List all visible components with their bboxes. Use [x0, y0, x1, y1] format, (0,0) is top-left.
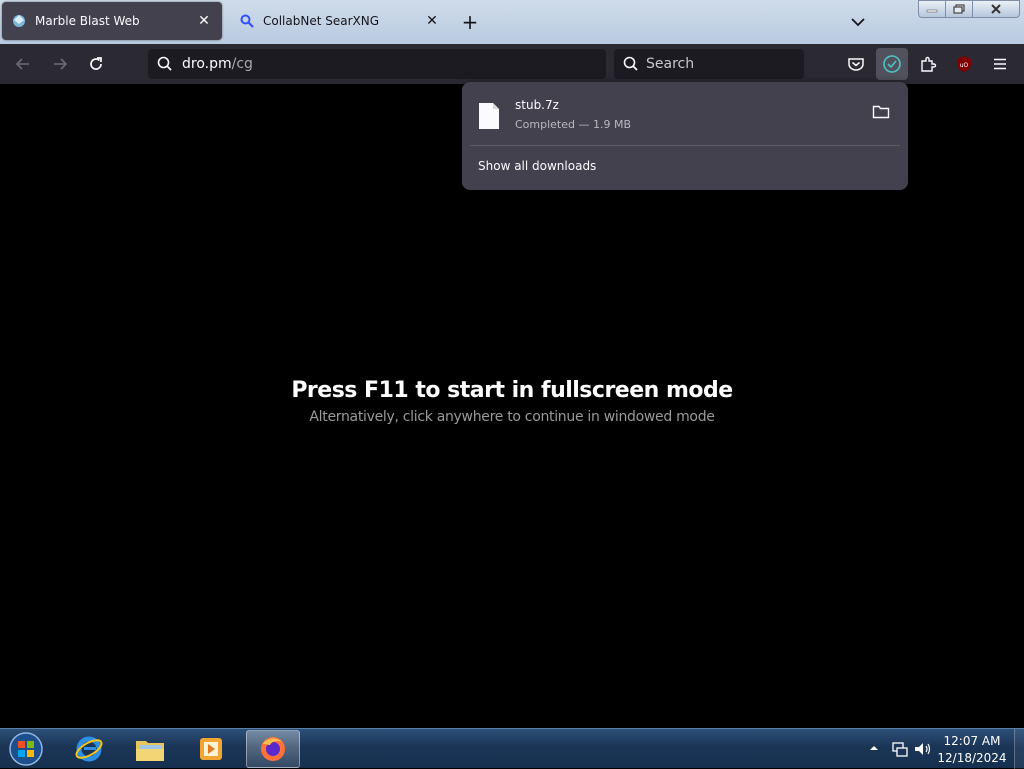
ublock-button[interactable]: uO — [952, 52, 976, 76]
taskbar-media-player[interactable] — [184, 730, 238, 768]
search-placeholder: Search — [646, 56, 695, 72]
tab-marble-blast[interactable]: Marble Blast Web ✕ — [2, 2, 222, 40]
restore-button[interactable] — [945, 0, 973, 18]
media-player-icon — [200, 738, 222, 760]
back-button[interactable] — [11, 52, 35, 76]
taskbar: 12:07 AM 12/18/2024 — [0, 728, 1024, 769]
file-explorer-icon — [136, 741, 164, 761]
pocket-icon — [848, 58, 864, 71]
download-status: Completed — 1.9 MB — [515, 118, 632, 131]
restore-icon — [953, 4, 965, 14]
svg-text:uO: uO — [960, 62, 969, 69]
folder-icon[interactable] — [872, 104, 890, 120]
downloads-panel: stub.7z Completed — 1.9 MB Show all down… — [462, 82, 908, 190]
hamburger-menu-icon — [994, 58, 1006, 70]
network-icon[interactable] — [892, 741, 908, 757]
tab-searxng[interactable]: CollabNet SearXNG ✕ — [230, 2, 450, 40]
close-icon — [991, 4, 1001, 14]
url-host: dro.pm — [182, 56, 232, 72]
panel-divider — [470, 145, 900, 146]
new-tab-button[interactable]: + — [460, 10, 480, 34]
address-bar[interactable]: dro.pm/cg — [148, 49, 606, 79]
tab-label: CollabNet SearXNG — [263, 14, 380, 28]
show-all-downloads-link[interactable]: Show all downloads — [478, 159, 596, 173]
taskbar-firefox[interactable] — [246, 730, 300, 768]
minimize-button[interactable] — [918, 0, 946, 18]
clock-date[interactable]: 12/18/2024 — [934, 751, 1010, 765]
magnifier-icon — [240, 14, 254, 28]
reload-button[interactable] — [84, 52, 108, 76]
page-title: Press F11 to start in fullscreen mode — [291, 378, 733, 403]
back-arrow-icon — [15, 58, 29, 70]
navigation-toolbar: dro.pm/cg Search uO — [0, 44, 1024, 84]
download-complete-icon — [883, 55, 901, 73]
file-icon — [479, 103, 499, 129]
page-subtitle: Alternatively, click anywhere to continu… — [309, 409, 715, 425]
chevron-down-icon[interactable] — [848, 12, 868, 32]
menu-button[interactable] — [988, 52, 1012, 76]
close-icon[interactable]: ✕ — [196, 13, 212, 29]
firefox-icon — [261, 737, 285, 761]
downloads-button[interactable] — [876, 48, 908, 80]
puzzle-icon — [921, 56, 937, 72]
forward-arrow-icon — [54, 58, 68, 70]
volume-icon[interactable] — [914, 741, 932, 757]
clock-time[interactable]: 12:07 AM — [934, 734, 1010, 748]
taskbar-internet-explorer[interactable] — [62, 730, 116, 768]
pocket-button[interactable] — [844, 52, 868, 76]
tray-expand-icon[interactable] — [870, 744, 878, 752]
tab-strip: Marble Blast Web ✕ CollabNet SearXNG ✕ + — [0, 0, 1024, 44]
search-icon — [157, 56, 172, 71]
ublock-origin-icon: uO — [957, 56, 971, 72]
download-filename: stub.7z — [515, 98, 559, 112]
taskbar-file-explorer[interactable] — [123, 730, 177, 768]
window-close-button[interactable] — [972, 0, 1020, 18]
marble-icon — [13, 15, 25, 27]
start-orb-icon[interactable] — [6, 730, 46, 768]
url-path: /cg — [231, 56, 253, 72]
show-desktop-button[interactable] — [1014, 729, 1024, 769]
reload-icon — [90, 57, 102, 70]
tab-label: Marble Blast Web — [35, 14, 140, 28]
search-icon — [623, 56, 638, 71]
minimize-icon — [926, 9, 938, 13]
extensions-button[interactable] — [916, 52, 940, 76]
download-item[interactable]: stub.7z Completed — 1.9 MB — [470, 88, 900, 144]
internet-explorer-icon — [75, 736, 103, 762]
close-icon[interactable]: ✕ — [424, 13, 440, 29]
forward-button[interactable] — [48, 52, 72, 76]
search-bar[interactable]: Search — [614, 49, 804, 79]
